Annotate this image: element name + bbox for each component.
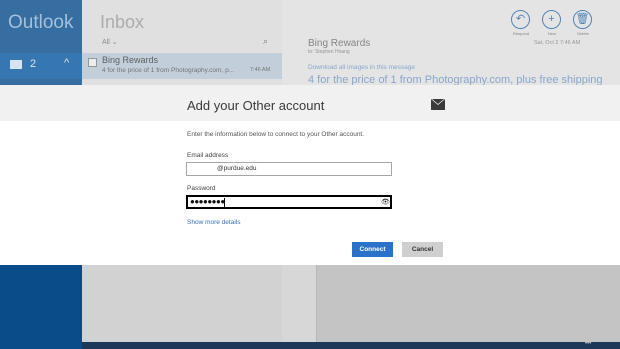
cancel-button[interactable]: Cancel [402,242,443,257]
add-account-dialog: Add your Other account Enter the informa… [0,85,620,265]
overlay-bottom [0,265,620,349]
email-value: @purdue.edu [217,165,257,172]
dialog-title: Add your Other account [187,98,325,113]
password-label: Password [187,185,216,192]
password-field[interactable]: ●●●●●●●● 👁 [186,195,392,209]
eye-icon[interactable]: 👁 [381,198,390,206]
show-more-details-link[interactable]: Show more details [187,219,240,226]
dialog-header: Add your Other account [0,85,620,121]
email-field[interactable]: @purdue.edu [186,162,392,176]
password-value: ●●●●●●●● [190,197,225,206]
text-caret [224,198,225,207]
email-label: Email address [187,152,229,159]
connect-button[interactable]: Connect [352,242,393,257]
overlay-top [0,0,620,85]
envelope-icon [431,99,445,110]
dialog-instructions: Enter the information below to connect t… [187,131,365,138]
